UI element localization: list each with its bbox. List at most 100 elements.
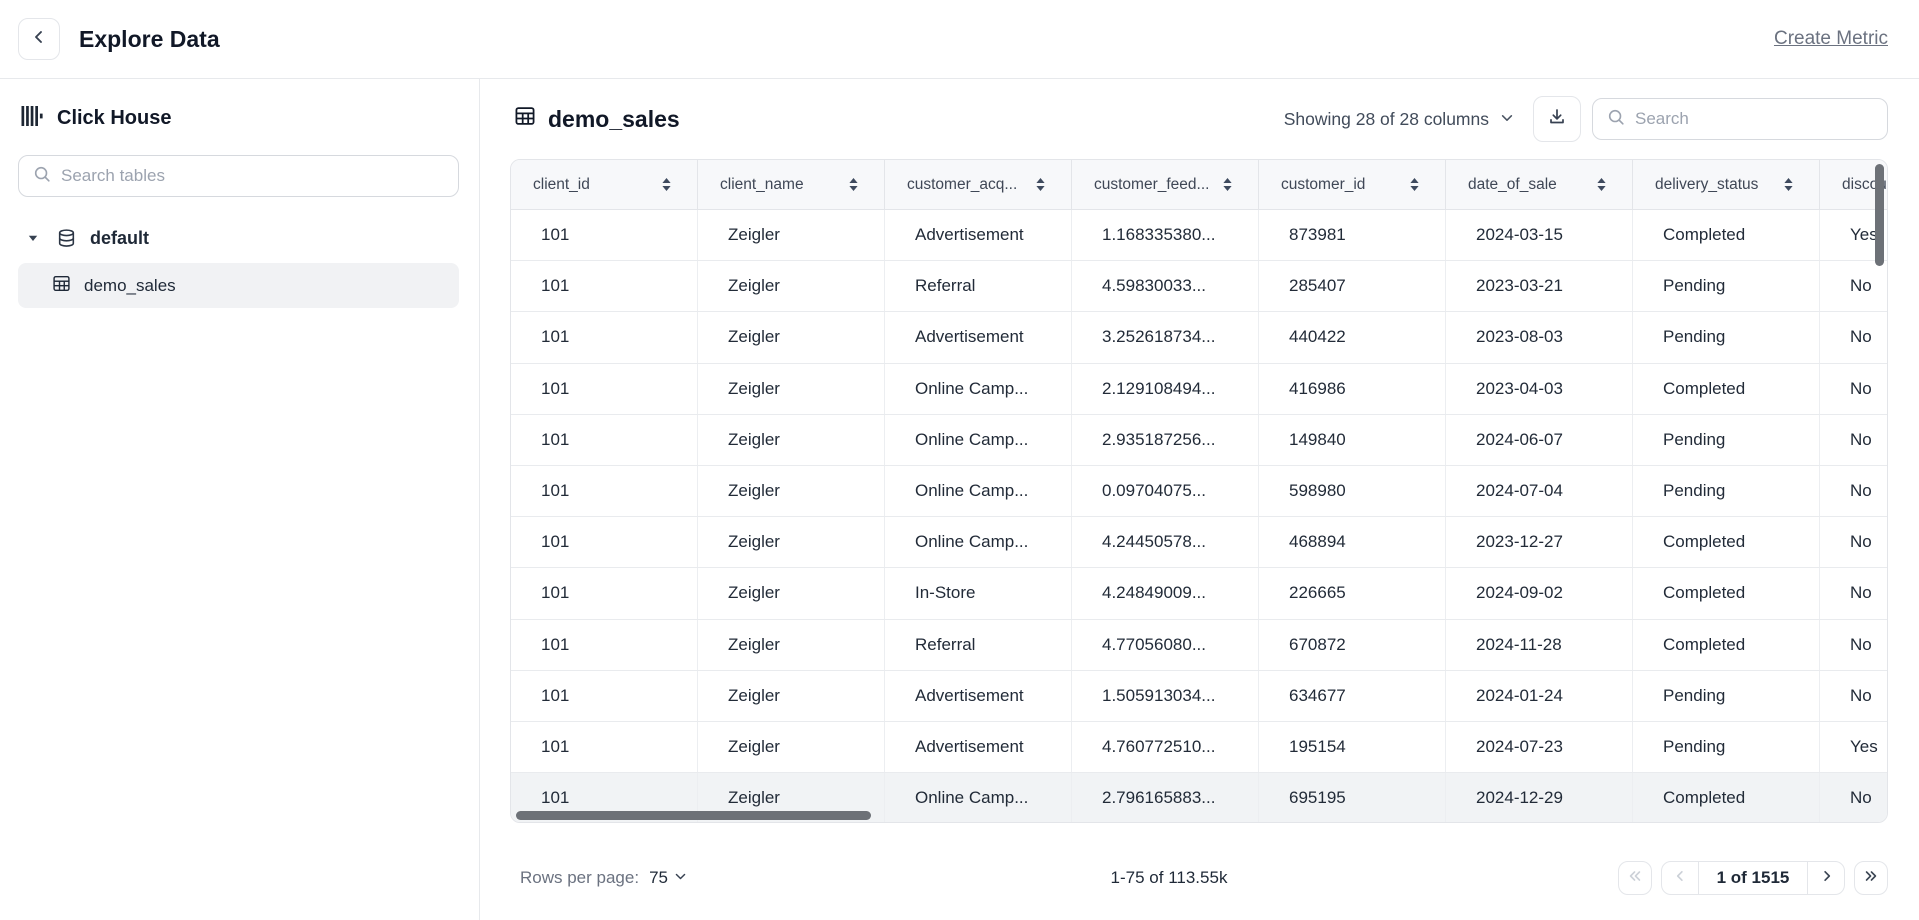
table-cell: Referral [885,620,1072,670]
caret-down-icon[interactable] [18,232,48,244]
table-cell: Online Camp... [885,517,1072,567]
table-row[interactable]: 101ZeiglerOnline Camp...2.129108494...41… [511,364,1888,415]
sort-icon [1784,178,1793,191]
last-page-button[interactable] [1854,861,1888,895]
columns-summary-dropdown[interactable]: Showing 28 of 28 columns [1284,109,1514,130]
table-cell: No [1820,568,1888,618]
column-header-date_of_sale[interactable]: date_of_sale [1446,160,1633,209]
rows-per-page-label: Rows per page: [520,868,639,888]
vertical-scrollbar-thumb[interactable] [1875,164,1884,266]
table-row[interactable]: 101ZeiglerIn-Store4.24849009...226665202… [511,568,1888,619]
table-cell: Zeigler [698,466,885,516]
table-cell: 101 [511,261,698,311]
table-row[interactable]: 101ZeiglerReferral4.77056080...670872202… [511,620,1888,671]
table-search-input[interactable] [1635,109,1875,129]
column-header-customer_id[interactable]: customer_id [1259,160,1446,209]
table-cell: Zeigler [698,312,885,362]
table-cell: Advertisement [885,210,1072,260]
sort-icon [849,178,858,191]
search-tables-input[interactable] [61,166,446,186]
table-cell: 634677 [1259,671,1446,721]
table-cell: Zeigler [698,364,885,414]
column-header-customer_acq[interactable]: customer_acq... [885,160,1072,209]
table-cell: Completed [1633,568,1820,618]
table-cell: Zeigler [698,671,885,721]
table-grid-icon [514,105,536,133]
first-page-button[interactable] [1618,861,1652,895]
rows-per-page-select[interactable]: 75 [649,868,687,888]
table-cell: Online Camp... [885,466,1072,516]
horizontal-scrollbar-thumb[interactable] [516,811,871,820]
column-header-client_id[interactable]: client_id [511,160,698,209]
table-cell: Advertisement [885,722,1072,772]
table-cell: Completed [1633,210,1820,260]
explore-data-page: Explore Data Create Metric Click House [0,0,1919,920]
grid-inner: client_idclient_namecustomer_acq...custo… [511,160,1888,823]
table-title-group: demo_sales [514,105,680,133]
table-cell: 195154 [1259,722,1446,772]
table-cell: Completed [1633,517,1820,567]
connection-row: Click House [18,105,459,132]
sidebar-item-label: demo_sales [84,276,176,296]
table-cell: 101 [511,517,698,567]
page-control-group: 1 of 1515 [1661,861,1845,895]
create-metric-link[interactable]: Create Metric [1774,28,1888,50]
download-button[interactable] [1533,96,1581,142]
table-cell: Pending [1633,261,1820,311]
table-row[interactable]: 101ZeiglerAdvertisement1.505913034...634… [511,671,1888,722]
table-cell: 101 [511,312,698,362]
table-search-box [1592,98,1888,140]
table-cell: Zeigler [698,517,885,567]
table-cell: Completed [1633,773,1820,823]
table-cell: 101 [511,620,698,670]
column-header-delivery_status[interactable]: delivery_status [1633,160,1820,209]
table-cell: 4.24849009... [1072,568,1259,618]
download-icon [1547,107,1567,132]
table-cell: 4.77056080... [1072,620,1259,670]
column-header-customer_feed[interactable]: customer_feed... [1072,160,1259,209]
table-cell: 285407 [1259,261,1446,311]
table-row[interactable]: 101ZeiglerAdvertisement4.760772510...195… [511,722,1888,773]
table-cell: 873981 [1259,210,1446,260]
table-cell: In-Store [885,568,1072,618]
table-row[interactable]: 101ZeiglerAdvertisement3.252618734...440… [511,312,1888,363]
sort-icon [1223,178,1232,191]
table-cell: Zeigler [698,261,885,311]
table-row[interactable]: 101ZeiglerOnline Camp...2.935187256...14… [511,415,1888,466]
table-cell: 101 [511,210,698,260]
table-cell: No [1820,312,1888,362]
search-icon [1607,108,1625,131]
table-row[interactable]: 101ZeiglerReferral4.59830033...285407202… [511,261,1888,312]
table-cell: 2024-01-24 [1446,671,1633,721]
table-cell: Completed [1633,364,1820,414]
table-row[interactable]: 101ZeiglerOnline Camp...4.24450578...468… [511,517,1888,568]
next-page-button[interactable] [1808,862,1844,894]
row-range-text: 1-75 of 113.55k [1111,868,1228,888]
table-cell: 101 [511,671,698,721]
table-cell: No [1820,517,1888,567]
table-cell: 2024-07-23 [1446,722,1633,772]
clickhouse-icon [21,105,44,132]
table-row[interactable]: 101ZeiglerOnline Camp...0.09704075...598… [511,466,1888,517]
back-button[interactable] [18,18,60,60]
prev-page-button[interactable] [1662,862,1698,894]
sidebar-item-demo-sales[interactable]: demo_sales [18,263,459,308]
table-cell: 149840 [1259,415,1446,465]
page-indicator: 1 of 1515 [1698,862,1808,894]
data-grid: client_idclient_namecustomer_acq...custo… [510,159,1888,823]
table-cell: 101 [511,568,698,618]
database-row-default[interactable]: default [18,221,459,255]
double-chevron-left-icon [1627,869,1643,888]
connection-name: Click House [57,107,171,130]
table-cell: Advertisement [885,312,1072,362]
table-cell: Referral [885,261,1072,311]
table-cell: No [1820,620,1888,670]
table-row[interactable]: 101ZeiglerAdvertisement1.168335380...873… [511,210,1888,261]
table-cell: Pending [1633,722,1820,772]
table-cell: 4.59830033... [1072,261,1259,311]
column-header-client_name[interactable]: client_name [698,160,885,209]
table-cell: Yes [1820,722,1888,772]
sort-icon [1410,178,1419,191]
table-cell: Zeigler [698,620,885,670]
table-cell: 468894 [1259,517,1446,567]
